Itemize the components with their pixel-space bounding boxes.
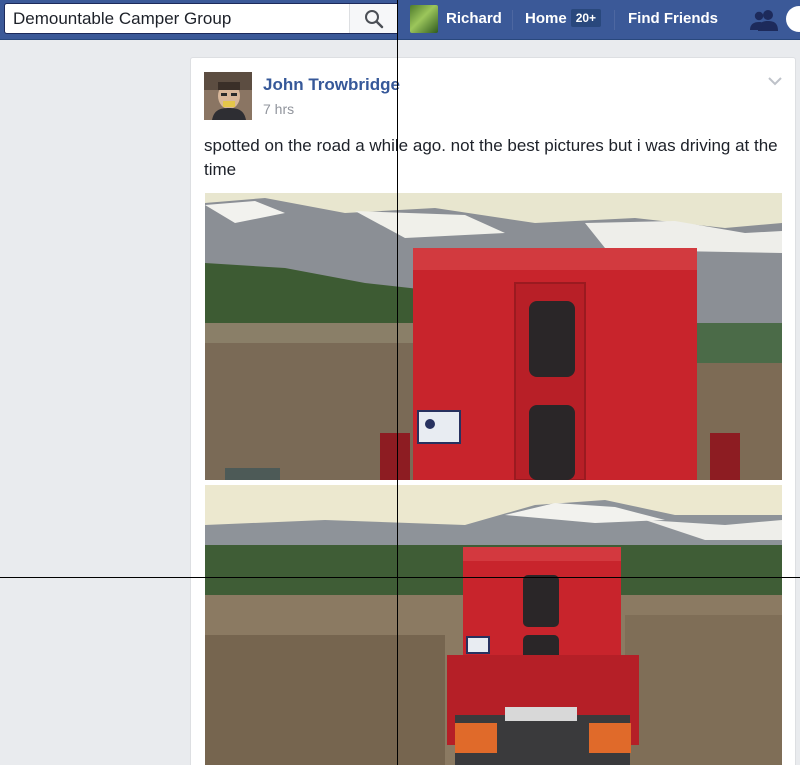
search-input[interactable] — [5, 4, 349, 33]
crosshair-vertical-line — [397, 0, 398, 765]
profile-avatar[interactable] — [410, 5, 438, 33]
author-profile-picture[interactable] — [204, 72, 252, 120]
home-label: Home — [525, 10, 567, 27]
friends-icon — [750, 10, 778, 31]
notification-badge: 20+ — [570, 9, 602, 27]
search-button[interactable] — [349, 4, 397, 33]
post-photo-2[interactable] — [205, 485, 782, 765]
search-icon — [364, 9, 383, 28]
author-photo — [204, 72, 252, 120]
post-text: spotted on the road a while ago. not the… — [204, 136, 778, 179]
truck-road-photo — [205, 485, 782, 765]
post-card: John Trowbridge 7 hrs spotted on the roa… — [190, 57, 796, 765]
home-link[interactable]: Home 20+ — [525, 9, 602, 28]
chevron-down-icon — [768, 77, 782, 86]
profile-link[interactable]: Richard — [446, 10, 502, 27]
find-friends-link[interactable]: Find Friends — [628, 10, 718, 27]
search-box — [4, 3, 398, 34]
top-navigation-bar: Richard Home20+ Find Friends — [0, 0, 800, 40]
crosshair-horizontal-line — [0, 577, 800, 578]
post-photo-1[interactable] — [205, 193, 782, 480]
truck-rear-photo — [205, 193, 782, 480]
nav-menu-button[interactable] — [786, 6, 800, 32]
post-options-button[interactable] — [767, 74, 783, 92]
nav-divider — [614, 10, 615, 30]
nav-divider — [512, 10, 513, 30]
post-timestamp[interactable]: 7 hrs — [263, 101, 294, 117]
post-author-link[interactable]: John Trowbridge — [263, 75, 400, 95]
friend-requests-button[interactable] — [750, 8, 778, 37]
